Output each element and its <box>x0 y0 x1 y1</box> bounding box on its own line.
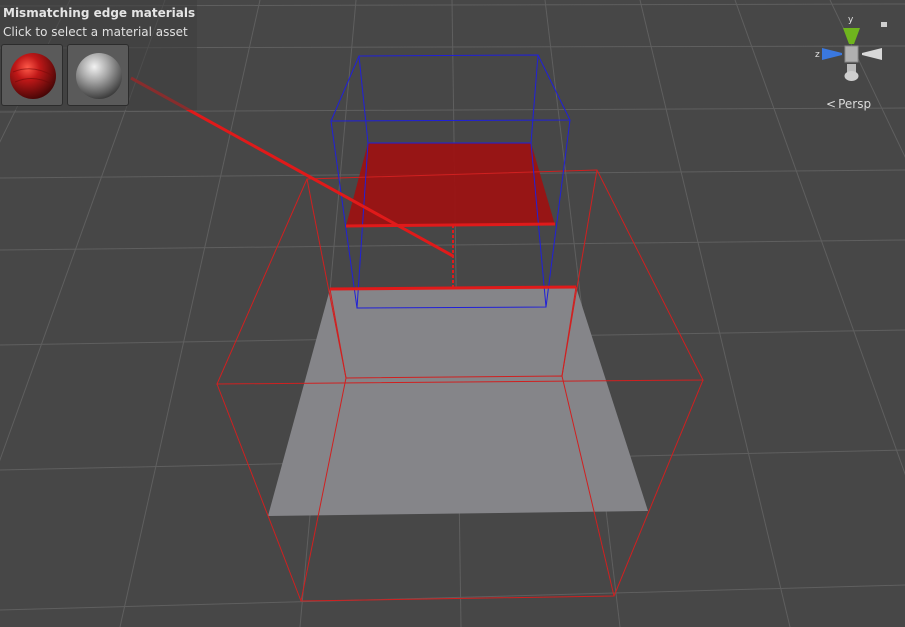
projection-label: Persp <box>838 97 872 111</box>
gizmo-z-label: z <box>815 50 820 60</box>
panel-title: Mismatching edge materials <box>3 6 196 20</box>
panel-subtitle: Click to select a material asset <box>3 25 188 39</box>
red-sphere-icon <box>10 53 56 99</box>
gizmo-y-cone-icon[interactable] <box>843 28 860 44</box>
gizmo-center-cube-icon[interactable] <box>844 45 859 63</box>
perspective-icon: < <box>826 97 837 111</box>
scene-viewport[interactable]: Mismatching edge materials Click to sele… <box>0 0 905 627</box>
edge-materials-panel: Mismatching edge materials Click to sele… <box>0 0 197 110</box>
grey-material-button[interactable] <box>67 44 129 106</box>
gizmo-x-cone-icon[interactable] <box>862 48 882 60</box>
gizmo-y-label: y <box>848 15 854 25</box>
projection-toggle[interactable]: < Persp <box>826 97 871 111</box>
grey-sphere-icon <box>76 53 122 99</box>
gizmo-down-cap-icon <box>844 71 859 81</box>
red-material-button[interactable] <box>1 44 63 106</box>
gizmo-back-cone-icon[interactable] <box>881 22 887 27</box>
gizmo-z-cone-icon[interactable] <box>822 48 842 60</box>
